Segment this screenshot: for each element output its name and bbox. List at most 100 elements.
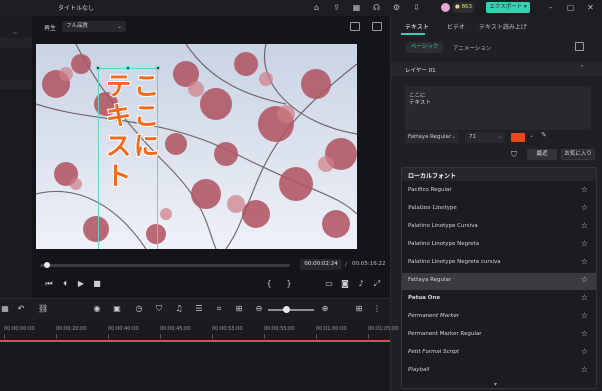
media-panel-strip: ⋯ bbox=[0, 16, 32, 298]
font-list-item[interactable]: Patua One ☆ bbox=[402, 291, 596, 308]
favorites-button[interactable]: お気に入り bbox=[561, 149, 595, 160]
upload-icon[interactable]: ⇪ bbox=[332, 3, 341, 12]
video-canvas[interactable]: ここに テキスト bbox=[36, 44, 357, 249]
subtab-animation[interactable]: アニメーション bbox=[453, 44, 491, 52]
resize-handle[interactable] bbox=[126, 66, 130, 70]
mic-icon[interactable]: ♫ bbox=[174, 304, 184, 314]
font-list-item[interactable]: Fattaya Regular ☆ bbox=[402, 273, 596, 290]
prev-frame-icon[interactable]: ⏮ bbox=[44, 279, 54, 289]
settings-icon[interactable]: ⚙ bbox=[392, 3, 401, 12]
favorite-star-icon[interactable]: ☆ bbox=[581, 257, 588, 266]
tab-text-to-speech[interactable]: テキスト読み上げ bbox=[479, 22, 527, 31]
resize-handle[interactable] bbox=[156, 66, 160, 70]
mark-in-icon[interactable]: { bbox=[264, 279, 274, 289]
tab-text[interactable]: テキスト bbox=[405, 22, 429, 31]
close-icon[interactable]: ✕ bbox=[586, 3, 595, 12]
chevron-down-icon[interactable]: ⌄ bbox=[529, 132, 534, 139]
favorite-star-icon[interactable]: ☆ bbox=[581, 365, 588, 374]
download-icon[interactable]: ⇩ bbox=[412, 3, 421, 12]
font-list-item[interactable]: Palatino Linotype Cursiva ☆ bbox=[402, 219, 596, 236]
save-preset-icon[interactable] bbox=[575, 42, 584, 51]
camera-icon[interactable]: ◙ bbox=[340, 279, 350, 289]
stop-icon[interactable]: ■ bbox=[92, 279, 102, 289]
favorite-star-icon[interactable]: ☆ bbox=[581, 311, 588, 320]
more-icon[interactable]: ⋮ bbox=[372, 304, 382, 314]
zoom-slider-handle[interactable] bbox=[283, 306, 290, 313]
favorite-star-icon[interactable]: ☆ bbox=[581, 329, 588, 338]
font-list-item[interactable]: Petit Formal Script ☆ bbox=[402, 345, 596, 362]
snapshot-frame-icon[interactable] bbox=[350, 22, 360, 31]
text-input[interactable]: ここに テキスト bbox=[405, 86, 591, 130]
scrub-bar[interactable] bbox=[40, 264, 290, 267]
favorite-star-icon[interactable]: ☆ bbox=[581, 221, 588, 230]
zoom-out-icon[interactable]: ⊖ bbox=[254, 304, 264, 314]
favorite-star-icon[interactable]: ☆ bbox=[581, 293, 588, 302]
subtab-basic[interactable]: ベーシック bbox=[405, 42, 445, 53]
crop-icon[interactable]: ⌗ bbox=[214, 304, 224, 314]
list-icon[interactable]: ☰ bbox=[194, 304, 204, 314]
favorite-star-icon[interactable]: ☆ bbox=[581, 275, 588, 284]
clock-icon[interactable]: ◷ bbox=[134, 304, 144, 314]
font-list-item[interactable]: Palatino Linotype Negreta cursiva ☆ bbox=[402, 255, 596, 272]
quality-select[interactable]: フル品質 ⌄ bbox=[62, 21, 126, 32]
font-list-item[interactable]: Playball ☆ bbox=[402, 363, 596, 380]
font-list-item[interactable]: Palatino Linotype ☆ bbox=[402, 201, 596, 218]
collapse-icon[interactable]: ⌃ bbox=[579, 64, 585, 72]
minimize-icon[interactable]: – bbox=[546, 3, 555, 12]
scrollbar[interactable] bbox=[596, 318, 597, 332]
shield-icon[interactable]: ⛉ bbox=[511, 150, 517, 160]
scrub-handle[interactable] bbox=[44, 262, 50, 268]
volume-icon[interactable]: ♪ bbox=[356, 279, 366, 289]
favorite-star-icon[interactable]: ☆ bbox=[581, 185, 588, 194]
step-back-icon[interactable]: ⏴ bbox=[60, 279, 70, 289]
link-icon[interactable]: ⛓ bbox=[38, 304, 48, 314]
display-icon[interactable]: ▭ bbox=[324, 279, 334, 289]
media-row[interactable] bbox=[0, 38, 32, 48]
headset-icon[interactable]: ☊ bbox=[372, 3, 381, 12]
plus-box-icon[interactable]: ⊞ bbox=[234, 304, 244, 314]
grid-icon[interactable]: ▦ bbox=[0, 304, 10, 314]
text-color-swatch[interactable] bbox=[511, 133, 525, 142]
zoom-in-icon[interactable]: ⊕ bbox=[320, 304, 330, 314]
ruler-tick-label: 00:00:40:00 bbox=[108, 326, 139, 332]
ruler-tick-label: 00:00:45:00 bbox=[160, 326, 191, 332]
font-list-item[interactable]: Pacifico Regular ☆ bbox=[402, 183, 596, 200]
recent-button[interactable]: 最近 bbox=[527, 149, 557, 160]
font-size-select[interactable]: 71 ⌄ bbox=[465, 132, 505, 143]
avatar[interactable] bbox=[441, 3, 450, 12]
chevron-down-icon[interactable]: ▾ bbox=[494, 381, 497, 388]
ruler-tick-label: 00:00:53:00 bbox=[212, 326, 243, 332]
timeline-ruler[interactable]: 00:00:00:00 00:00:20:00 00:00:40:00 00:00:4… bbox=[0, 320, 399, 340]
font-list-title: ローカルフォント bbox=[408, 173, 457, 180]
media-icon[interactable]: ▣ bbox=[112, 304, 122, 314]
undo-icon[interactable]: ↶ bbox=[16, 304, 26, 314]
media-row[interactable] bbox=[0, 80, 32, 89]
favorite-star-icon[interactable]: ☆ bbox=[581, 203, 588, 212]
chevron-down-icon: ⌄ bbox=[451, 134, 456, 140]
overlay-text[interactable]: ここに テキスト bbox=[100, 71, 160, 248]
layout-icon[interactable]: ⊞ bbox=[354, 304, 364, 314]
shield-icon[interactable]: ⛉ bbox=[154, 304, 164, 314]
font-list-item[interactable]: Permanent Marker Regular ☆ bbox=[402, 327, 596, 344]
store-icon[interactable]: ⌂ bbox=[312, 3, 321, 12]
favorite-star-icon[interactable]: ☆ bbox=[581, 347, 588, 356]
timeline-tracks[interactable] bbox=[0, 342, 390, 391]
credits-badge[interactable]: ● 863 bbox=[452, 2, 476, 13]
mark-out-icon[interactable]: } bbox=[284, 279, 294, 289]
favorite-star-icon[interactable]: ☆ bbox=[581, 239, 588, 248]
eyedropper-icon[interactable]: ✎ bbox=[541, 131, 547, 139]
fullscreen-icon[interactable]: ⤢ bbox=[372, 279, 382, 289]
image-icon[interactable] bbox=[372, 22, 382, 31]
font-select[interactable]: Fattaya Regular ⌄ bbox=[405, 132, 459, 143]
resize-handle[interactable] bbox=[96, 66, 100, 70]
font-list-item[interactable]: Permanent Marker ☆ bbox=[402, 309, 596, 326]
ai-icon[interactable]: ◉ bbox=[92, 304, 102, 314]
maximize-icon[interactable]: ▢ bbox=[566, 3, 575, 12]
tab-video[interactable]: ビデオ bbox=[447, 22, 465, 31]
font-list-item[interactable]: Palatino Linotype Negreta ☆ bbox=[402, 237, 596, 254]
zoom-slider[interactable] bbox=[268, 309, 314, 311]
grid-icon[interactable]: ▦ bbox=[352, 3, 361, 12]
play-icon[interactable]: ▶ bbox=[76, 279, 86, 289]
export-button[interactable]: エクスポート ▾ bbox=[486, 2, 530, 13]
more-icon[interactable]: ⋯ bbox=[12, 29, 19, 37]
